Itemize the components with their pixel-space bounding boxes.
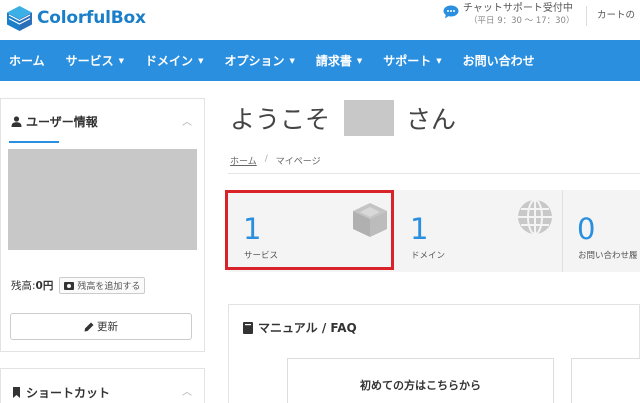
- stat-domains-label: ドメイン: [411, 251, 446, 261]
- update-button[interactable]: 更新: [10, 313, 192, 340]
- header: ColorfulBox チャットサポート受付中 （平日 9：30 ～ 17：30…: [0, 0, 640, 38]
- collapse-chevron-icon[interactable]: ︿: [182, 383, 192, 398]
- shortcut-panel: ショートカット ︿: [0, 368, 205, 403]
- collapse-chevron-icon[interactable]: ︿: [182, 113, 192, 128]
- balance-label: 残高:: [11, 280, 36, 292]
- manual-faq-panel: マニュアル / FAQ 初めての方はこちらから: [228, 304, 640, 403]
- nav-item-support[interactable]: サポート ▼: [383, 52, 441, 69]
- highlight-box: [225, 190, 394, 270]
- divider: [228, 173, 640, 174]
- account-balance: 残高: 0円 残高を追加する: [11, 277, 146, 294]
- caret-down-icon: ▼: [198, 56, 204, 65]
- pencil-icon: [84, 322, 94, 331]
- chat-hours: （平日 9：30 ～ 17：30）: [469, 16, 575, 26]
- faq-heading: マニュアル / FAQ: [243, 319, 357, 336]
- balance-value: 0円: [35, 280, 54, 292]
- stat-domains[interactable]: 1 ドメイン: [395, 190, 561, 272]
- shortcut-heading: ショートカット: [11, 384, 110, 401]
- stat-tickets-count: 0: [577, 212, 596, 246]
- user-details-redacted: [8, 149, 197, 250]
- nav-item-invoices[interactable]: 請求書 ▼: [316, 52, 362, 69]
- faq-card-2[interactable]: [571, 358, 640, 403]
- user-icon: [11, 116, 22, 127]
- globe-icon: [518, 199, 552, 235]
- getting-started-card[interactable]: 初めての方はこちらから: [287, 358, 554, 403]
- user-info-heading: ユーザー情報: [11, 113, 98, 130]
- user-info-panel: ユーザー情報 ︿ 残高: 0円 残高を追加する 更新: [0, 98, 205, 352]
- chat-bubble-icon: [443, 5, 459, 19]
- nav-item-options[interactable]: オプション ▼: [224, 52, 294, 69]
- money-icon: [64, 281, 75, 290]
- stat-domains-count: 1: [410, 212, 429, 246]
- nav-item-domains[interactable]: ドメイン ▼: [145, 52, 203, 69]
- stat-tickets[interactable]: 0 お問い合わせ履: [562, 190, 640, 272]
- nav-item-home[interactable]: ホーム: [9, 52, 45, 69]
- bookmark-icon: [13, 387, 20, 398]
- book-icon: [243, 321, 253, 334]
- breadcrumb-home-link[interactable]: ホーム: [230, 154, 257, 167]
- logo-text: ColorfulBox: [37, 8, 146, 28]
- welcome-heading: ようこそ さん: [230, 100, 456, 136]
- main-nav: ホーム サービス ▼ ドメイン ▼ オプション ▼ 請求書 ▼ サポート ▼ お問い合わせ: [0, 40, 640, 81]
- caret-down-icon: ▼: [289, 56, 295, 65]
- heading-underline: [9, 141, 59, 143]
- user-name-redacted: [344, 100, 395, 136]
- getting-started-title: 初めての方はこちらから: [360, 379, 481, 392]
- nav-item-services[interactable]: サービス ▼: [66, 52, 124, 69]
- cart-link[interactable]: カートの: [586, 6, 635, 26]
- breadcrumb: ホーム / マイページ: [230, 154, 321, 167]
- nav-item-contact[interactable]: お問い合わせ: [463, 52, 535, 69]
- stat-divider: [562, 190, 563, 272]
- caret-down-icon: ▼: [356, 56, 363, 65]
- caret-down-icon: ▼: [436, 56, 442, 65]
- breadcrumb-current: マイページ: [275, 157, 321, 167]
- chat-support[interactable]: チャットサポート受付中 （平日 9：30 ～ 17：30）: [443, 3, 574, 27]
- logo[interactable]: ColorfulBox: [6, 5, 146, 31]
- caret-down-icon: ▼: [118, 56, 125, 65]
- chat-status: チャットサポート受付中: [463, 3, 573, 14]
- logo-cube-icon: [7, 5, 32, 31]
- stat-tickets-label: お問い合わせ履: [578, 251, 638, 261]
- breadcrumb-separator: /: [264, 154, 268, 164]
- add-balance-button[interactable]: 残高を追加する: [59, 277, 146, 294]
